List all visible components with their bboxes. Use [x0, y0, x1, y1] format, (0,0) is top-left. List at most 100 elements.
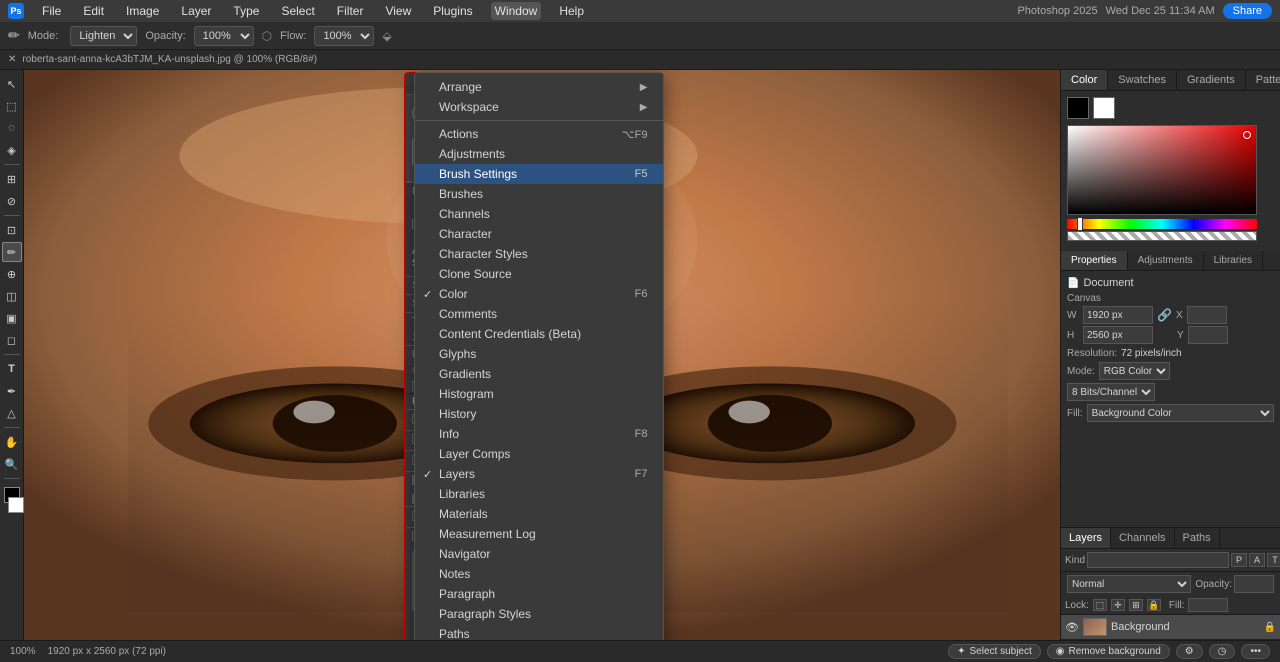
tool-hand[interactable]: ✋: [2, 432, 22, 452]
menu-item-history[interactable]: History: [415, 404, 663, 424]
menu-item-clone-source[interactable]: Clone Source: [415, 264, 663, 284]
hue-slider[interactable]: [1067, 219, 1257, 229]
height-input[interactable]: [1083, 326, 1153, 344]
lock-position-btn[interactable]: ✛: [1111, 599, 1125, 611]
x-input[interactable]: [1187, 306, 1227, 324]
fill-input-layers[interactable]: [1188, 598, 1228, 612]
menu-item-histogram[interactable]: Histogram: [415, 384, 663, 404]
tool-gradient[interactable]: ▣: [2, 308, 22, 328]
opacity-select[interactable]: 100%: [194, 26, 254, 46]
close-icon[interactable]: ✕: [8, 54, 16, 65]
tab-color[interactable]: Color: [1061, 70, 1108, 90]
time-btn[interactable]: ◷: [1209, 644, 1236, 659]
opacity-input-layers[interactable]: [1234, 575, 1274, 593]
select-subject-btn[interactable]: ✦ Select subject: [948, 644, 1041, 659]
layer-visibility-eye[interactable]: 👁: [1065, 621, 1079, 634]
menu-item-adjustments[interactable]: Adjustments: [415, 144, 663, 164]
menu-item-materials[interactable]: Materials: [415, 504, 663, 524]
menu-item-measurement-log[interactable]: Measurement Log: [415, 524, 663, 544]
layer-filter-adj[interactable]: A: [1249, 553, 1265, 567]
more-btn[interactable]: •••: [1241, 644, 1270, 659]
tool-move[interactable]: ↖: [2, 74, 22, 94]
menu-help[interactable]: Help: [555, 2, 588, 20]
layer-mode-select[interactable]: Normal: [1067, 575, 1191, 593]
tool-dodge[interactable]: ◻: [2, 330, 22, 350]
menu-item-gradients[interactable]: Gradients: [415, 364, 663, 384]
tab-patterns[interactable]: Patterns: [1246, 70, 1280, 90]
color-picker-gradient[interactable]: [1067, 125, 1257, 215]
menu-edit[interactable]: Edit: [79, 2, 108, 20]
menu-item-layer-comps[interactable]: Layer Comps: [415, 444, 663, 464]
menu-item-character[interactable]: Character: [415, 224, 663, 244]
menu-item-workspace[interactable]: Workspace ▶: [415, 97, 663, 117]
tool-type[interactable]: T: [2, 359, 22, 379]
menu-filter[interactable]: Filter: [333, 2, 368, 20]
menu-item-navigator[interactable]: Navigator: [415, 544, 663, 564]
menu-view[interactable]: View: [381, 2, 415, 20]
tool-clone[interactable]: ⊕: [2, 264, 22, 284]
background-swatch[interactable]: [1093, 97, 1115, 119]
menu-item-paths[interactable]: Paths: [415, 624, 663, 640]
tool-eraser[interactable]: ◫: [2, 286, 22, 306]
menu-plugins[interactable]: Plugins: [429, 2, 476, 20]
menu-select[interactable]: Select: [277, 2, 318, 20]
canvas-area[interactable]: Arrange ▶ Workspace ▶ Actions ⌥F9 Adjust…: [24, 70, 1060, 640]
menu-item-channels[interactable]: Channels: [415, 204, 663, 224]
tool-zoom[interactable]: 🔍: [2, 454, 22, 474]
menu-item-brushes[interactable]: Brushes: [415, 184, 663, 204]
menu-item-brush-settings[interactable]: Brush Settings F5: [415, 164, 663, 184]
tool-shape[interactable]: △: [2, 403, 22, 423]
remove-background-btn[interactable]: ◉ Remove background: [1047, 644, 1170, 659]
lock-all-btn[interactable]: 🔒: [1147, 599, 1161, 611]
flow-select[interactable]: 100%: [314, 26, 374, 46]
menu-image[interactable]: Image: [122, 2, 163, 20]
menu-layer[interactable]: Layer: [177, 2, 215, 20]
menu-type[interactable]: Type: [229, 2, 263, 20]
link-icon[interactable]: 🔗: [1157, 308, 1172, 322]
tab-properties[interactable]: Properties: [1061, 251, 1128, 270]
tab-layers[interactable]: Layers: [1061, 528, 1111, 548]
tool-brush[interactable]: ✏: [2, 242, 22, 262]
tool-healing[interactable]: ⊡: [2, 220, 22, 240]
tool-crop[interactable]: ⊞: [2, 169, 22, 189]
menu-item-glyphs[interactable]: Glyphs: [415, 344, 663, 364]
menu-item-libraries[interactable]: Libraries: [415, 484, 663, 504]
foreground-swatch[interactable]: [1067, 97, 1089, 119]
tool-lasso[interactable]: ◌: [2, 118, 22, 138]
menu-item-info[interactable]: Info F8: [415, 424, 663, 444]
tool-pen[interactable]: ✒: [2, 381, 22, 401]
alpha-slider[interactable]: [1067, 231, 1257, 241]
tab-swatches[interactable]: Swatches: [1108, 70, 1177, 90]
layers-search-input[interactable]: [1087, 552, 1229, 568]
layer-filter-type[interactable]: T: [1267, 553, 1280, 567]
menu-item-content-credentials[interactable]: Content Credentials (Beta): [415, 324, 663, 344]
color-mode-select[interactable]: RGB Color: [1099, 362, 1170, 380]
tab-libraries[interactable]: Libraries: [1204, 251, 1263, 270]
menu-item-paragraph-styles[interactable]: Paragraph Styles: [415, 604, 663, 624]
tab-paths[interactable]: Paths: [1175, 528, 1220, 548]
menu-item-comments[interactable]: Comments: [415, 304, 663, 324]
menu-window[interactable]: Window: [491, 2, 542, 20]
tool-magic-wand[interactable]: ◈: [2, 140, 22, 160]
tab-gradients[interactable]: Gradients: [1177, 70, 1246, 90]
share-button[interactable]: Share: [1223, 3, 1272, 19]
width-input[interactable]: [1083, 306, 1153, 324]
menu-file[interactable]: File: [38, 2, 65, 20]
menu-item-layers[interactable]: Layers F7: [415, 464, 663, 484]
bits-select[interactable]: 8 Bits/Channel: [1067, 383, 1155, 401]
layer-filter-pixel[interactable]: P: [1231, 553, 1247, 567]
y-input[interactable]: [1188, 326, 1228, 344]
lock-artboard-btn[interactable]: ⊞: [1129, 599, 1143, 611]
mode-select[interactable]: Lighten: [70, 26, 137, 46]
menu-item-color[interactable]: Color F6: [415, 284, 663, 304]
menu-item-arrange[interactable]: Arrange ▶: [415, 77, 663, 97]
menu-item-notes[interactable]: Notes: [415, 564, 663, 584]
tool-eyedropper[interactable]: ⊘: [2, 191, 22, 211]
background-color[interactable]: [8, 497, 24, 513]
menu-item-paragraph[interactable]: Paragraph: [415, 584, 663, 604]
tab-adjustments[interactable]: Adjustments: [1128, 251, 1204, 270]
tool-marquee[interactable]: ⬚: [2, 96, 22, 116]
menu-item-actions[interactable]: Actions ⌥F9: [415, 124, 663, 144]
settings-btn[interactable]: ⚙: [1176, 644, 1203, 659]
layer-item-background[interactable]: 👁 Background 🔒: [1061, 615, 1280, 640]
